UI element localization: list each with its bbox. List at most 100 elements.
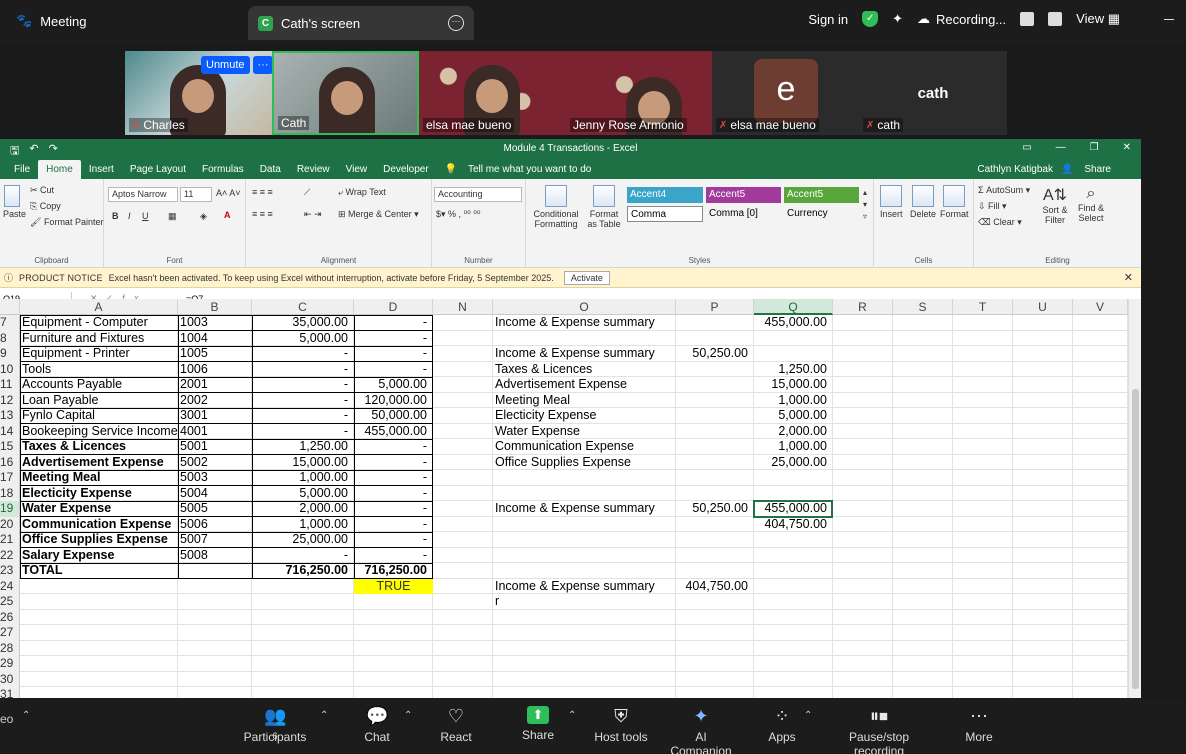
cell-o16[interactable]: Office Supplies Expense	[493, 455, 676, 471]
cell-b16[interactable]: 5002	[178, 455, 252, 471]
cell-a13[interactable]: Fynlo Capital	[20, 408, 178, 424]
format-cells-button[interactable]: Format	[940, 185, 969, 219]
row-header[interactable]: 24	[0, 578, 20, 594]
accounting-format-icon[interactable]: $▾ % , ⁰⁰ ⁰⁰	[436, 209, 480, 220]
cell-d11[interactable]: 5,000.00	[354, 377, 433, 393]
cell-d10[interactable]: -	[354, 362, 433, 378]
cell-q10[interactable]: 1,250.00	[754, 362, 833, 378]
selected-cell[interactable]	[753, 500, 833, 518]
ai-companion-button[interactable]: ✦ AI Companion	[664, 706, 738, 754]
more-button[interactable]: ⋯ More	[962, 706, 996, 744]
cell-d21[interactable]: -	[354, 532, 433, 548]
tab-page-layout[interactable]: Page Layout	[122, 164, 194, 179]
row-header[interactable]: 27	[0, 625, 20, 641]
cell-q15[interactable]: 1,000.00	[754, 439, 833, 455]
row-header[interactable]: 19	[0, 501, 20, 517]
cell-b8[interactable]: 1004	[178, 331, 252, 347]
participants-caret[interactable]: ⌃	[320, 710, 328, 721]
cell-c8[interactable]: 5,000.00	[252, 331, 354, 347]
cell-q13[interactable]: 5,000.00	[754, 408, 833, 424]
cell-b9[interactable]: 1005	[178, 346, 252, 362]
row-header[interactable]: 11	[0, 377, 20, 393]
column-header-s[interactable]: S	[893, 299, 953, 315]
cell-o11[interactable]: Advertisement Expense	[493, 377, 676, 393]
chat-caret[interactable]: ⌃	[404, 710, 412, 721]
row-header[interactable]: 15	[0, 439, 20, 455]
cell-d20[interactable]: -	[354, 517, 433, 533]
column-header-d[interactable]: D	[354, 299, 433, 315]
select-all-corner[interactable]	[0, 299, 20, 315]
fill-button[interactable]: ⇩ Fill ▾	[978, 201, 1007, 212]
cell-b7[interactable]: 1003	[178, 315, 252, 331]
cell-c9[interactable]: -	[252, 346, 354, 362]
row-header[interactable]: 17	[0, 470, 20, 486]
clear-button[interactable]: ⌫ Clear ▾	[978, 217, 1022, 228]
row-header[interactable]: 31	[0, 687, 20, 698]
ai-sparkle-icon[interactable]: ✦	[892, 11, 903, 27]
style-accent6[interactable]: Accent5	[784, 187, 859, 203]
participant-tile[interactable]: elsa mae bueno	[419, 51, 566, 135]
tab-review[interactable]: Review	[289, 164, 338, 179]
cell-d17[interactable]: -	[354, 470, 433, 486]
host-tools-button[interactable]: ⛨ Host tools	[592, 706, 650, 744]
user-name[interactable]: Cathlyn Katigbak	[969, 164, 1061, 179]
align-top-icon[interactable]: ≡ ≡ ≡	[252, 187, 273, 197]
tab-file[interactable]: File	[6, 164, 38, 179]
cell-b13[interactable]: 3001	[178, 408, 252, 424]
row-header[interactable]: 28	[0, 640, 20, 656]
column-header-u[interactable]: U	[1013, 299, 1073, 315]
participant-tile[interactable]: e ✗ elsa mae bueno	[712, 51, 859, 135]
cell-a12[interactable]: Loan Payable	[20, 393, 178, 409]
underline-button[interactable]: U	[142, 211, 149, 221]
column-header-b[interactable]: B	[178, 299, 252, 315]
minimize-icon[interactable]: —	[1056, 142, 1066, 153]
cell-b12[interactable]: 2002	[178, 393, 252, 409]
styles-scroll-icon[interactable]: ▴ ▾ ▿	[863, 187, 867, 223]
apps-button[interactable]: ⁘ Apps	[764, 706, 800, 744]
borders-icon[interactable]: ▦	[168, 211, 177, 222]
ribbon-display-icon[interactable]: ▭	[1022, 142, 1031, 153]
row-header[interactable]: 7	[0, 315, 20, 331]
cell-q11[interactable]: 15,000.00	[754, 377, 833, 393]
cell-d12[interactable]: 120,000.00	[354, 393, 433, 409]
cell-q16[interactable]: 25,000.00	[754, 455, 833, 471]
row-header[interactable]: 23	[0, 563, 20, 579]
column-header-o[interactable]: O	[493, 299, 676, 315]
cell-a17[interactable]: Meeting Meal	[20, 470, 178, 486]
cell-d16[interactable]: -	[354, 455, 433, 471]
cell-a14[interactable]: Bookeeping Service Income	[20, 424, 178, 440]
cell-a7[interactable]: Equipment - Computer	[20, 315, 178, 331]
cell-c11[interactable]: -	[252, 377, 354, 393]
cell-a21[interactable]: Office Supplies Expense	[20, 532, 178, 548]
share-caret[interactable]: ⌃	[568, 710, 576, 721]
tab-developer[interactable]: Developer	[375, 164, 437, 179]
more-options-icon[interactable]: ···	[448, 15, 464, 31]
row-header[interactable]: 25	[0, 594, 20, 610]
cell-c19[interactable]: 2,000.00	[252, 501, 354, 517]
cell-a10[interactable]: Tools	[20, 362, 178, 378]
cell-d23[interactable]: 716,250.00	[354, 563, 433, 579]
cell-d24[interactable]: TRUE	[354, 578, 433, 594]
cell-c7[interactable]: 35,000.00	[252, 315, 354, 331]
paste-button[interactable]: Paste	[3, 185, 26, 219]
row-header[interactable]: 20	[0, 516, 20, 532]
cell-b10[interactable]: 1006	[178, 362, 252, 378]
share-button[interactable]: 👤 Share	[1053, 164, 1127, 179]
cell-c16[interactable]: 15,000.00	[252, 455, 354, 471]
cell-d7[interactable]: -	[354, 315, 433, 331]
row-header[interactable]: 8	[0, 330, 20, 346]
cell-p9[interactable]: 50,250.00	[676, 346, 754, 362]
grow-font-button[interactable]: A˄ A˅	[216, 188, 241, 198]
meeting-menu[interactable]: 🐾 Meeting	[16, 13, 86, 29]
cell-d22[interactable]: -	[354, 548, 433, 564]
cell-a19[interactable]: Water Expense	[20, 501, 178, 517]
cell-a18[interactable]: Electicity Expense	[20, 486, 178, 502]
cell-q12[interactable]: 1,000.00	[754, 393, 833, 409]
wrap-text-button[interactable]: ⤶ Wrap Text	[338, 187, 386, 198]
number-format-select[interactable]: Accounting	[434, 187, 522, 202]
style-comma-0[interactable]: Comma [0]	[706, 206, 781, 222]
cell-q20[interactable]: 404,750.00	[754, 517, 833, 533]
apps-caret[interactable]: ⌃	[804, 710, 812, 721]
scroll-thumb[interactable]	[1132, 389, 1139, 689]
style-accent4[interactable]: Accent4	[627, 187, 703, 203]
